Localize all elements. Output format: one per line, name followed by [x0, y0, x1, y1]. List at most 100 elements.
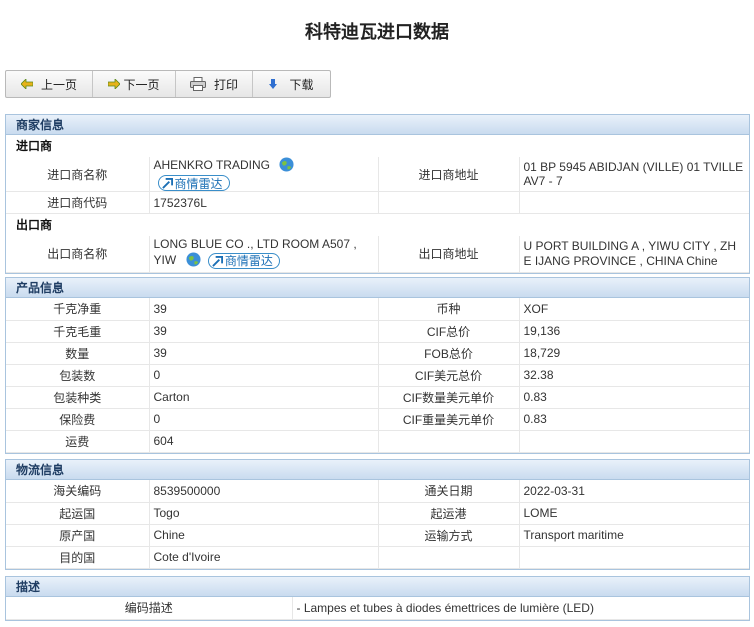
- product-label-cell: 千克净重: [6, 298, 150, 321]
- importer-name-cell: AHENKRO TRADING 商情雷达: [149, 157, 379, 192]
- product-table: 千克净重 39 币种 XOF 千克毛重 39 CIF总价 19,136 数量 39 FOB总价 18,…: [6, 298, 749, 453]
- product-label-cell: 币种: [378, 298, 520, 321]
- table-row: 起运国 Togo 起运港 LOME: [6, 502, 749, 525]
- download-button[interactable]: 下载: [253, 71, 330, 97]
- next-page-button[interactable]: 下一页: [93, 71, 176, 97]
- description-section-heading: 描述: [6, 577, 749, 597]
- exporter-address: U PORT BUILDING A , YIWU CITY , ZH E IJA…: [519, 236, 749, 273]
- logistics-label-cell: [378, 546, 520, 569]
- prev-page-label: 上一页: [40, 77, 77, 92]
- importer-table: 进口商名称 AHENKRO TRADING 商情雷达 进口商地址 01 BP 5…: [6, 157, 749, 214]
- table-row: 编码描述 - Lampes et tubes à diodes émettric…: [6, 597, 749, 620]
- exporter-radar-link[interactable]: 商情雷达: [207, 253, 280, 270]
- logistics-value-cell: [519, 546, 749, 569]
- radar-link-icon: [161, 177, 173, 189]
- product-label-cell: CIF美元总价: [378, 364, 520, 387]
- importer-heading: 进口商: [16, 139, 53, 153]
- table-row: 目的国 Cote d'Ivoire: [6, 546, 749, 569]
- product-label-cell: CIF重量美元单价: [378, 408, 520, 431]
- exporter-table: 出口商名称 LONG BLUE CO ., LTD ROOM A507 , YI…: [6, 236, 749, 273]
- product-label-cell: 保险费: [6, 408, 150, 431]
- logistics-value-cell: Chine: [149, 524, 379, 547]
- logistics-value-cell: Togo: [149, 502, 379, 525]
- arrow-left-icon: [20, 79, 33, 89]
- exporter-address-label: 出口商地址: [378, 236, 520, 273]
- product-label-cell: CIF数量美元单价: [378, 386, 520, 409]
- product-value-cell: [519, 430, 749, 453]
- logistics-label-cell: 起运国: [6, 502, 150, 525]
- product-value-cell: 0.83: [519, 386, 749, 409]
- exporter-name-cell: LONG BLUE CO ., LTD ROOM A507 , YIW 商情雷达: [149, 236, 379, 273]
- prev-page-button[interactable]: 上一页: [6, 71, 93, 97]
- logistics-value-cell: 2022-03-31: [519, 480, 749, 503]
- logistics-label-cell: 原产国: [6, 524, 150, 547]
- description-table: 编码描述 - Lampes et tubes à diodes émettric…: [6, 597, 749, 620]
- product-label-cell: 运费: [6, 430, 150, 453]
- product-value-cell: 604: [149, 430, 379, 453]
- table-row: 包装数 0 CIF美元总价 32.38: [6, 364, 749, 387]
- table-row: 原产国 Chine 运输方式 Transport maritime: [6, 524, 749, 547]
- product-label-cell: 包装种类: [6, 386, 150, 409]
- product-value-cell: 0: [149, 364, 379, 387]
- exporter-radar-label: 商情雷达: [224, 254, 273, 269]
- product-value-cell: 39: [149, 298, 379, 321]
- importer-radar-label: 商情雷达: [174, 176, 223, 191]
- merchant-section: 商家信息 进口商 进口商名称 AHENKRO TRADING 商情雷达 进口商地…: [5, 114, 750, 274]
- next-page-label: 下一页: [123, 77, 160, 92]
- logistics-value-cell: 8539500000: [149, 480, 379, 503]
- importer-code-label: 进口商代码: [6, 191, 150, 214]
- importer-radar-link[interactable]: 商情雷达: [157, 175, 230, 191]
- table-row: 保险费 0 CIF重量美元单价 0.83: [6, 408, 749, 431]
- product-value-cell: 32.38: [519, 364, 749, 387]
- download-label: 下载: [289, 77, 314, 92]
- product-label-cell: FOB总价: [378, 342, 520, 365]
- download-arrow-icon: [269, 79, 278, 89]
- table-row: 运费 604: [6, 430, 749, 453]
- table-row: 包装种类 Carton CIF数量美元单价 0.83: [6, 386, 749, 409]
- globe-icon[interactable]: [279, 157, 294, 175]
- product-value-cell: 0: [149, 408, 379, 431]
- product-label-cell: 千克毛重: [6, 320, 150, 343]
- logistics-label-cell: 通关日期: [378, 480, 520, 503]
- product-value-cell: 19,136: [519, 320, 749, 343]
- logistics-value-cell: Transport maritime: [519, 524, 749, 547]
- print-label: 打印: [213, 77, 238, 92]
- logistics-section-heading: 物流信息: [6, 460, 749, 480]
- radar-link-icon: [212, 255, 223, 267]
- description-label: 编码描述: [6, 597, 293, 620]
- importer-code: 1752376L: [149, 191, 379, 214]
- product-value-cell: 39: [149, 342, 379, 365]
- print-button[interactable]: 打印: [176, 71, 253, 97]
- product-label-cell: [378, 430, 520, 453]
- product-label-cell: 数量: [6, 342, 150, 365]
- table-row: 进口商名称 AHENKRO TRADING 商情雷达 进口商地址 01 BP 5…: [6, 157, 749, 192]
- exporter-name-label: 出口商名称: [6, 236, 150, 273]
- logistics-value-cell: Cote d'Ivoire: [149, 546, 379, 569]
- product-value-cell: 39: [149, 320, 379, 343]
- product-section-heading: 产品信息: [6, 278, 749, 298]
- product-value-cell: Carton: [149, 386, 379, 409]
- merchant-section-heading: 商家信息: [6, 115, 749, 135]
- arrow-right-icon: [108, 79, 121, 89]
- table-row: 海关编码 8539500000 通关日期 2022-03-31: [6, 480, 749, 503]
- logistics-table: 海关编码 8539500000 通关日期 2022-03-31 起运国 Togo 起运港 LO…: [6, 480, 749, 569]
- importer-address-label: 进口商地址: [378, 157, 520, 192]
- toolbar: 上一页 下一页 打印 下载: [5, 70, 331, 98]
- product-value-cell: 18,729: [519, 342, 749, 365]
- logistics-label-cell: 海关编码: [6, 480, 150, 503]
- logistics-label-cell: 运输方式: [378, 524, 520, 547]
- product-value-cell: 0.83: [519, 408, 749, 431]
- logistics-value-cell: LOME: [519, 502, 749, 525]
- empty-cell: [378, 191, 520, 214]
- table-row: 出口商名称 LONG BLUE CO ., LTD ROOM A507 , YI…: [6, 236, 749, 273]
- exporter-heading: 出口商: [16, 218, 53, 232]
- empty-cell: [519, 191, 749, 214]
- globe-icon[interactable]: [185, 252, 201, 271]
- logistics-label-cell: 起运港: [378, 502, 520, 525]
- logistics-label-cell: 目的国: [6, 546, 150, 569]
- page-title: 科特迪瓦进口数据: [305, 22, 449, 42]
- product-value-cell: XOF: [519, 298, 749, 321]
- table-row: 千克净重 39 币种 XOF: [6, 298, 749, 321]
- description-value: - Lampes et tubes à diodes émettrices de…: [292, 597, 749, 620]
- product-section: 产品信息 千克净重 39 币种 XOF 千克毛重 39 CIF总价 19,136 数量 39 FOB…: [5, 277, 750, 454]
